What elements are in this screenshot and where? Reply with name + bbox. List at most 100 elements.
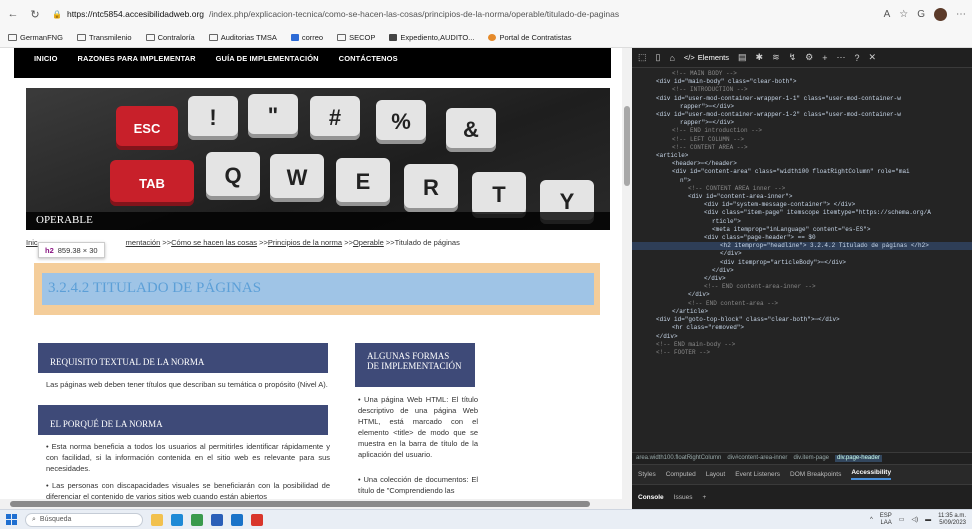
tab-elements[interactable]: </> Elements [684,53,729,62]
dom-line[interactable]: <!-- CONTENT AREA inner --> [632,185,972,193]
dom-line[interactable]: <div id="main-body" class="clear-both"> [632,78,972,86]
bookmark-expediento[interactable]: Expediento,AUDITO... [389,33,474,42]
bookmark-correo[interactable]: correo [290,33,323,42]
dom-line[interactable]: n"> [632,177,972,185]
dom-line[interactable]: rapper">⋯</div> [632,119,972,127]
dom-line[interactable]: <div class="item-page" itemscope itemtyp… [632,209,972,217]
tab-issues[interactable]: Issues [674,494,693,501]
gear-icon[interactable]: ⚙ [805,52,813,63]
acrobat-icon[interactable] [251,513,263,526]
back-icon[interactable]: ← [6,7,20,21]
dom-line[interactable]: <header>⋯</header> [632,160,972,168]
tab-layout[interactable]: Layout [706,471,726,478]
dt-crumb-current[interactable]: div.page-header [835,455,882,462]
dom-line[interactable]: <!-- INTRODUCTION --> [632,86,972,94]
dom-line[interactable]: <!-- END content-area-inner --> [632,283,972,291]
tab-dom-breakpoints[interactable]: DOM Breakpoints [790,471,841,478]
help-icon[interactable]: ? [855,53,860,63]
device-icon[interactable]: ▯ [656,52,661,63]
favorite-star-icon[interactable]: ☆ [899,9,908,20]
bookmark-transmilenio[interactable]: Transmilenio [76,33,132,42]
windows-start-icon[interactable] [6,514,17,525]
word-icon[interactable] [211,513,223,526]
dom-line[interactable]: <!-- END introduction --> [632,127,972,135]
scroll-thumb[interactable] [624,106,630,186]
network-icon[interactable]: ▭ [899,516,905,523]
language-indicator[interactable]: ESP LAA [880,513,892,527]
outlook-icon[interactable] [231,513,243,526]
dom-line[interactable]: <!-- LEFT COLUMN --> [632,136,972,144]
network-icon[interactable]: ≋ [772,52,780,63]
breadcrumb-start[interactable]: Inic [26,238,38,247]
dom-line[interactable]: </div> [632,333,972,341]
console-icon[interactable]: ▤ [738,52,747,63]
dt-crumb[interactable]: div.item-page [793,455,829,462]
add-tab-icon[interactable]: + [822,53,827,63]
more-icon[interactable]: ⋯ [837,52,846,63]
breadcrumb-operable[interactable]: Operable [353,238,384,247]
extension-icon[interactable]: G [917,9,925,20]
scroll-thumb[interactable] [10,501,590,507]
bookmark-germanfng[interactable]: GermanFNG [8,33,63,42]
dom-line[interactable]: </div> [632,267,972,275]
dom-line[interactable]: <div id="content-area-inner"> [632,193,972,201]
dom-line[interactable]: </div> [632,250,972,258]
dom-line[interactable]: <article> [632,152,972,160]
dom-line[interactable]: <div id="user-mod-container-wrapper-1-1"… [632,95,972,103]
dom-line[interactable]: <div class="page-header"> == $0 [632,234,972,242]
dom-line[interactable]: <meta itemprop="inLanguage" content="es-… [632,226,972,234]
tab-event-listeners[interactable]: Event Listeners [735,471,780,478]
page-vertical-scrollbar[interactable] [622,48,632,499]
excel-icon[interactable] [191,513,203,526]
tab-console[interactable]: Console [638,494,664,501]
dom-line[interactable]: <hr class="removed"> [632,324,972,332]
menu-guia[interactable]: GUÍA DE IMPLEMENTACIÓN [216,54,319,63]
dt-crumb[interactable]: div#content-area-inner [727,455,787,462]
breadcrumb-como[interactable]: Cómo se hacen las cosas [171,238,257,247]
dom-line[interactable]: <div id="goto-top-block" class="clear-bo… [632,316,972,324]
add-drawer-tab-icon[interactable]: + [702,494,706,501]
more-menu-icon[interactable]: ⋯ [956,9,966,20]
dom-line[interactable]: <div itemprop="articleBody">⋯</div> [632,259,972,267]
edge-icon[interactable] [171,513,183,526]
menu-razones[interactable]: RAZONES PARA IMPLEMENTAR [78,54,196,63]
bookmark-portal[interactable]: Portal de Contratistas [488,33,572,42]
inspect-icon[interactable]: ⬚ [638,52,647,63]
reload-icon[interactable]: ↻ [28,7,42,21]
dom-line[interactable]: <div id="user-mod-container-wrapper-1-2"… [632,111,972,119]
close-icon[interactable]: ✕ [869,52,877,63]
dom-line[interactable]: rticle"> [632,218,972,226]
dom-line[interactable]: rapper">⋯</div> [632,103,972,111]
dom-line[interactable]: <!-- END main-body --> [632,341,972,349]
bookmark-contraloria[interactable]: Contraloría [145,33,195,42]
avatar[interactable] [934,7,947,21]
file-explorer-icon[interactable] [151,513,163,526]
read-aloud-icon[interactable]: A [884,9,891,20]
dom-line[interactable]: <!-- END content-area --> [632,300,972,308]
dom-line[interactable]: </div> [632,291,972,299]
dom-line[interactable]: <div id="system-message-container"> </di… [632,201,972,209]
bookmark-secop[interactable]: SECOP [337,33,375,42]
dom-line[interactable]: <!-- FOOTER --> [632,349,972,357]
page-horizontal-scrollbar[interactable] [0,499,632,509]
home-icon[interactable]: ⌂ [669,53,674,63]
bug-icon[interactable]: ✱ [756,52,764,63]
breadcrumb-principios[interactable]: Principios de la norma [268,238,342,247]
dom-line[interactable]: <!-- CONTENT AREA --> [632,144,972,152]
tab-accessibility[interactable]: Accessibility [851,469,892,480]
battery-icon[interactable]: ▬ [925,517,931,523]
menu-contactenos[interactable]: CONTÁCTENOS [339,54,398,63]
dom-line[interactable]: </div> [632,275,972,283]
dom-line[interactable]: <!-- MAIN BODY --> [632,70,972,78]
volume-icon[interactable]: ◁) [911,516,918,523]
dt-crumb[interactable]: area.width100.floatRightColumn [636,455,721,462]
menu-inicio[interactable]: INICIO [34,54,58,63]
bookmark-auditorias[interactable]: Auditorias TMSA [208,33,277,42]
clock[interactable]: 11:35 a.m. 5/09/2023 [938,513,966,527]
dom-line[interactable]: <div id="content-area" class="width100 f… [632,168,972,176]
taskbar-search[interactable]: ⌕ Búsqueda [25,512,143,527]
dom-line[interactable]: <h2 itemprop="headline"> 3.2.4.2 Titulad… [632,242,972,251]
url-field[interactable]: 🔒 https://ntc5854.accesibilidadweb.org/i… [50,5,876,23]
dom-line[interactable]: </article> [632,308,972,316]
tab-computed[interactable]: Computed [666,471,696,478]
